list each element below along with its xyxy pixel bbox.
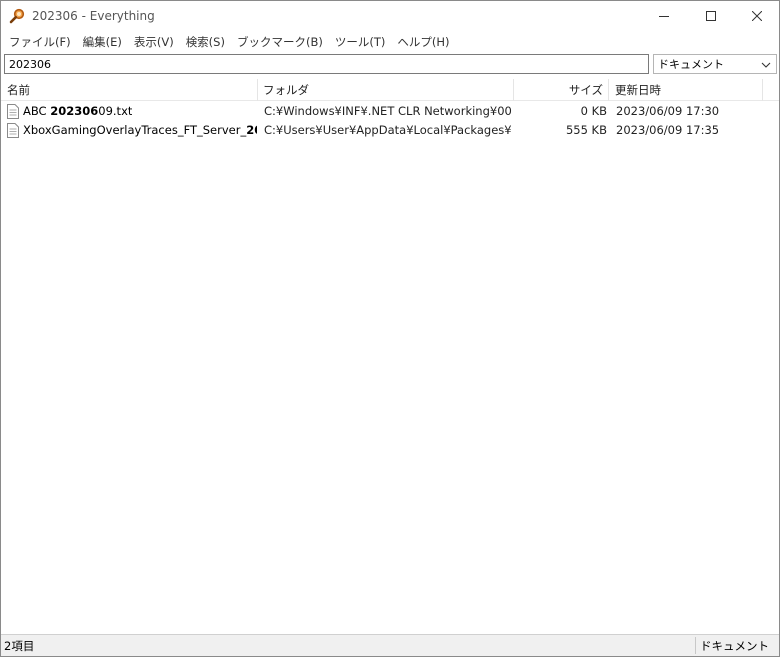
filter-selected-value: ドキュメント [658, 58, 724, 71]
result-size: 0 KB [580, 104, 607, 118]
result-name-cell: ABC 20230609.txt [7, 102, 257, 121]
search-match-highlight: 202306 [50, 104, 99, 118]
menu-tools[interactable]: ツール(T) [329, 32, 392, 52]
menu-help[interactable]: ヘルプ(H) [391, 32, 455, 52]
text-file-icon [7, 104, 19, 119]
result-row[interactable]: ABC 20230609.txt C:¥Windows¥INF¥.NET CLR… [1, 102, 779, 121]
results-list: ABC 20230609.txt C:¥Windows¥INF¥.NET CLR… [1, 102, 779, 140]
result-name: ABC 20230609.txt [23, 104, 133, 118]
window-title: 202306 - Everything [32, 9, 155, 23]
search-match-highlight: 202... [246, 123, 257, 137]
minimize-icon [659, 16, 669, 17]
title-bar[interactable]: 202306 - Everything [1, 1, 779, 32]
maximize-button[interactable] [688, 1, 734, 31]
result-date-modified: 2023/06/09 17:30 [616, 104, 720, 118]
results-column-header: 名前 フォルダ サイズ 更新日時 [1, 79, 779, 101]
text-file-icon [7, 123, 19, 138]
close-button[interactable] [734, 1, 780, 31]
menu-file[interactable]: ファイル(F) [3, 32, 77, 52]
menu-edit[interactable]: 編集(E) [77, 32, 128, 52]
maximize-icon [706, 11, 716, 21]
menu-view[interactable]: 表示(V) [128, 32, 180, 52]
column-header-size[interactable]: サイズ [514, 79, 609, 101]
menu-search[interactable]: 検索(S) [180, 32, 231, 52]
result-row[interactable]: XboxGamingOverlayTraces_FT_Server_202...… [1, 121, 779, 140]
minimize-button[interactable] [641, 1, 687, 31]
column-header-folder[interactable]: フォルダ [258, 79, 514, 101]
chevron-down-icon [761, 62, 771, 68]
result-folder: C:¥Windows¥INF¥.NET CLR Networking¥0000.… [264, 104, 512, 118]
menu-bar: ファイル(F) 編集(E) 表示(V) 検索(S) ブックマーク(B) ツール(… [1, 32, 779, 52]
menu-bookmarks[interactable]: ブックマーク(B) [231, 32, 329, 52]
status-filter: ドキュメント [700, 639, 769, 653]
result-size: 555 KB [565, 123, 607, 137]
search-input[interactable] [4, 54, 649, 74]
filter-dropdown[interactable]: ドキュメント [653, 54, 777, 74]
column-header-name[interactable]: 名前 [1, 79, 258, 101]
status-divider [695, 637, 696, 654]
status-item-count: 2項目 [4, 639, 35, 653]
result-name: XboxGamingOverlayTraces_FT_Server_202... [23, 121, 257, 140]
status-bar: 2項目 ドキュメント [1, 634, 779, 656]
result-date-modified: 2023/06/09 17:35 [616, 123, 720, 137]
magnifier-icon [9, 8, 25, 24]
result-folder: C:¥Users¥User¥AppData¥Local¥Packages¥Mi.… [264, 123, 512, 137]
column-header-date-modified[interactable]: 更新日時 [609, 79, 763, 101]
everything-window: 202306 - Everything ファイル(F) 編集(E) 表示(V) … [0, 0, 780, 657]
result-name-cell: XboxGamingOverlayTraces_FT_Server_202... [7, 121, 257, 140]
close-icon [752, 11, 762, 21]
